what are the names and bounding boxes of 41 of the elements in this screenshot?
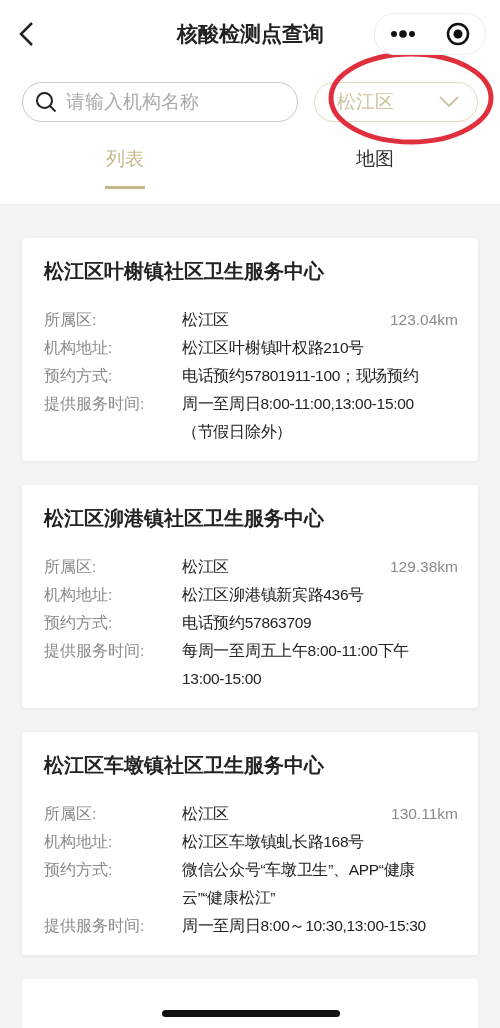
distance-text: 123.04km: [389, 310, 458, 330]
field-value: 松江区: [182, 804, 230, 824]
field-label: 机构地址:: [44, 585, 114, 605]
close-target-icon[interactable]: [446, 22, 470, 46]
field-value: 松江区叶榭镇叶权路210号: [182, 338, 364, 358]
field-value: 松江区: [182, 557, 230, 577]
clinic-card[interactable]: 松江区泖港镇社区卫生服务中心 所属区: 松江区 129.38km 机构地址: 松江区泖港镇新宾路436号 预约方式: 电话预约57863709 提供服务时间: 每周一至周五上午8:00-11:00下午 13:00-15:00: [22, 485, 478, 708]
field-label: 提供服务时间:: [44, 394, 146, 414]
field-label: 机构地址:: [44, 832, 114, 852]
distance-text: 129.38km: [389, 557, 458, 577]
clinic-card[interactable]: 松江区车墩镇社区卫生服务中心 所属区: 松江区 130.11km 机构地址: 松江区车墩镇虬长路168号 预约方式: 微信公众号“车墩卫生”、APP“健康 云”“健康松江” 提供服务时间: 周一至周日8:00～10:30,13:00-15:30: [22, 732, 478, 955]
field-label: 所属区:: [44, 557, 98, 577]
field-value: 电话预约57863709: [182, 613, 312, 633]
field-value: 松江区车墩镇虬长路168号: [182, 832, 364, 852]
page-title: 核酸检测点查询: [176, 21, 324, 47]
clinic-name: 松江区叶榭镇社区卫生服务中心: [44, 259, 325, 284]
field-value: 电话预约57801911-100；现场预约: [182, 366, 419, 386]
field-label: 预约方式:: [44, 366, 114, 386]
clinic-name: 松江区泖港镇社区卫生服务中心: [44, 506, 325, 531]
field-value: 微信公众号“车墩卫生”、APP“健康 云”“健康松江”: [182, 860, 416, 908]
field-value: 松江区: [182, 310, 230, 330]
field-label: 预约方式:: [44, 860, 114, 880]
field-label: 提供服务时间:: [44, 641, 146, 661]
search-icon: [35, 91, 57, 113]
distance-text: 130.11km: [391, 804, 458, 824]
clinic-name: 松江区车墩镇社区卫生服务中心: [44, 753, 325, 778]
search-field[interactable]: 请输入机构名称: [22, 82, 298, 122]
more-icon[interactable]: [390, 30, 416, 38]
clinic-card[interactable]: 松江区叶榭镇社区卫生服务中心 所属区: 松江区 123.04km 机构地址: 松江区叶榭镇叶权路210号 预约方式: 电话预约57801911-100；现场预约 提供服务时间: 周一至周日8:00-11:00,13:00-15:00 （节假日除外）: [22, 238, 478, 461]
field-label: 所属区:: [44, 310, 98, 330]
back-icon[interactable]: [18, 21, 34, 47]
field-value: 松江区泖港镇新宾路436号: [182, 585, 364, 605]
field-label: 预约方式:: [44, 613, 114, 633]
field-label: 所属区:: [44, 804, 98, 824]
field-label: 提供服务时间:: [44, 916, 146, 936]
tab[interactable]: 地图: [250, 122, 500, 204]
field-value: 周一至周日8:00～10:30,13:00-15:30: [182, 916, 426, 936]
field-label: 机构地址:: [44, 338, 114, 358]
field-value: 每周一至周五上午8:00-11:00下午 13:00-15:00: [182, 641, 409, 689]
field-value: 周一至周日8:00-11:00,13:00-15:00 （节假日除外）: [182, 394, 414, 442]
chevron-down-icon: [439, 96, 459, 108]
